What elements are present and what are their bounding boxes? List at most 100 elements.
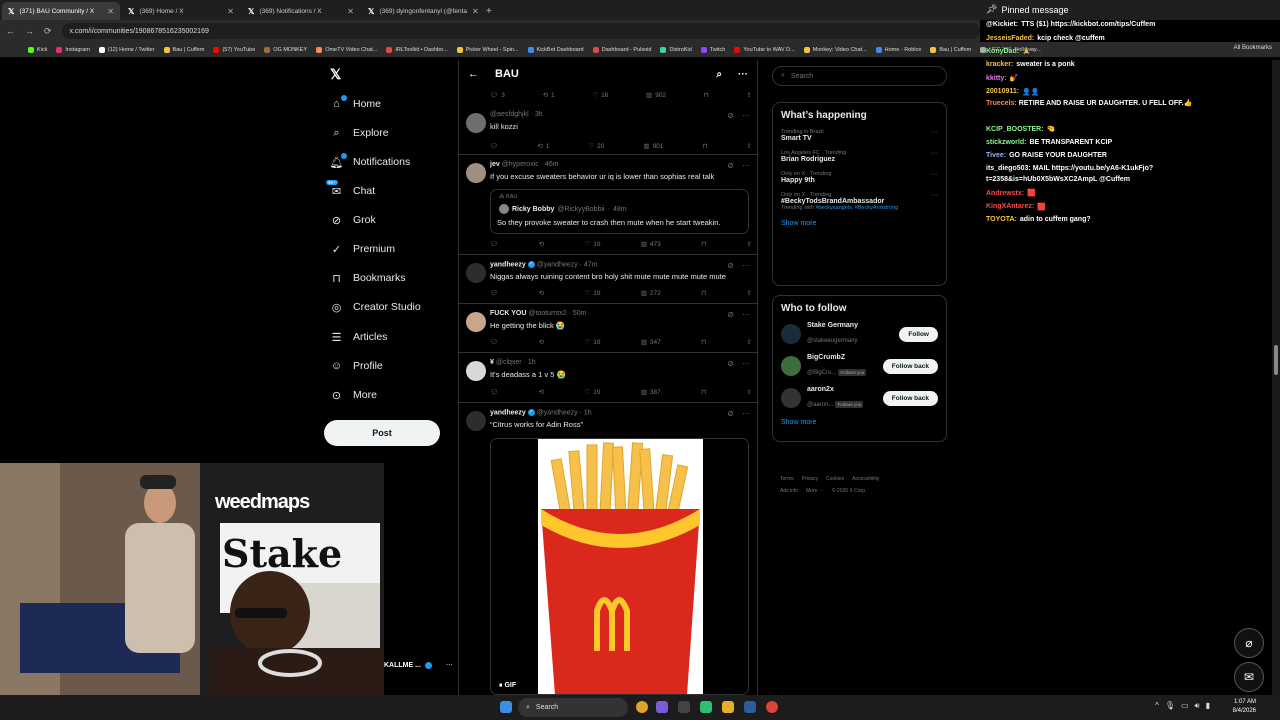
like-button[interactable]: ♡ 19 <box>584 338 600 347</box>
follow-name[interactable]: Stake Germany <box>807 322 893 329</box>
mic-icon[interactable]: 🎙︎ <box>1165 701 1175 711</box>
chrome-icon[interactable] <box>766 701 778 713</box>
grok-icon[interactable]: ⊘ <box>727 161 734 170</box>
tweet-time[interactable]: 1h <box>528 359 536 366</box>
grok-icon[interactable]: ⌀ <box>1234 628 1264 658</box>
author-handle[interactable]: @clqxer <box>496 359 522 366</box>
nav-item-notifications[interactable]: 🔔︎ Notifications <box>330 152 410 171</box>
post-button[interactable]: Post <box>324 420 440 446</box>
trend-item[interactable]: Los Angeles FC · Trending Brian Rodriguez… <box>773 146 946 167</box>
bookmark-item[interactable]: (57) YouTube <box>213 46 255 53</box>
repost-button[interactable]: ⟲ 1 <box>543 91 555 100</box>
follow-suggestion[interactable]: BigCrumbZ @BigCru... Follows you Follow bac… <box>773 350 946 382</box>
follow-button[interactable]: Follow back <box>882 358 938 374</box>
bookmark-item[interactable]: (12) Home / Twitter <box>98 46 155 53</box>
volume-icon[interactable]: 🔊︎ <box>1195 701 1200 711</box>
repost-button[interactable]: ⟲ <box>539 240 544 248</box>
follow-suggestion[interactable]: Stake Germany @stakeeugermany Follow <box>773 318 946 350</box>
footer-link[interactable]: Ads info <box>780 488 798 494</box>
author-handle[interactable]: @tooturntx2 <box>528 310 566 317</box>
views-button[interactable]: ▥ 347 <box>641 338 661 347</box>
browser-tab[interactable]: 𝕏 (369) Home / X ✕ <box>122 2 240 20</box>
like-button[interactable]: ♡ 20 <box>588 142 604 151</box>
nav-item-home[interactable]: ⌂ Home <box>330 94 381 113</box>
search-icon[interactable]: ⌕ <box>716 69 722 80</box>
follow-button[interactable]: Follow back <box>882 390 938 406</box>
more-dots-icon[interactable]: ··· <box>742 161 750 170</box>
grok-icon[interactable]: ⊘ <box>727 409 734 418</box>
back-arrow-icon[interactable]: ← <box>468 68 479 80</box>
trend-item[interactable]: Only on X · Trending #BeckyTodsBrandAmbas… <box>773 188 946 215</box>
views-button[interactable]: ▥ 387 <box>641 388 661 397</box>
reply-button[interactable]: 💬︎ <box>490 240 498 248</box>
chevron-up-icon[interactable]: ^ <box>1155 701 1159 711</box>
nav-item-chat[interactable]: ✉︎ 99+ Chat <box>326 179 375 200</box>
tweet[interactable]: FUCK YOU @tooturntx2 · 50m ⊘ ··· He getting… <box>458 304 758 353</box>
bookmark-icon[interactable]: ⊓ <box>701 388 706 396</box>
tweet[interactable]: ¥ @clqxer · 1h ⊘ ··· It's deadass a 1 v 5 😭… <box>458 353 758 403</box>
bookmark-item[interactable]: Bau | Cuffem <box>930 46 971 53</box>
reply-button[interactable]: 💬︎ 3 <box>490 91 505 100</box>
trend-item[interactable]: Trending in Brazil Smart TV ··· <box>773 125 946 146</box>
share-icon[interactable]: ⇧ <box>747 240 752 248</box>
app-icon[interactable] <box>656 701 668 713</box>
reply-button[interactable]: 💬︎ <box>490 388 498 396</box>
browser-tab[interactable]: 𝕏 (369) Notifications / X ✕ <box>242 2 360 20</box>
more-dots-icon[interactable]: ··· <box>742 261 750 270</box>
views-button[interactable]: ▥ 473 <box>641 240 661 249</box>
nav-item-premium[interactable]: ✓ Premium <box>330 240 395 258</box>
follow-suggestion[interactable]: aaron2x @aaron... Follows you Follow back <box>773 382 946 414</box>
bookmark-icon[interactable]: ⊓ <box>701 289 706 297</box>
grok-icon[interactable]: ⊘ <box>727 261 734 270</box>
views-button[interactable]: ▥ 901 <box>643 142 663 151</box>
tweet-time[interactable]: 50m <box>573 310 587 317</box>
like-button[interactable]: ♡ 16 <box>592 91 608 100</box>
like-button[interactable]: ♡ 19 <box>584 388 600 397</box>
avatar[interactable] <box>466 263 486 283</box>
share-icon[interactable]: ⇧ <box>747 142 752 150</box>
author-name[interactable]: yandheezy <box>490 261 526 268</box>
scrollbar[interactable] <box>1272 60 1280 695</box>
back-arrow-icon[interactable]: ← <box>6 26 15 36</box>
repost-button[interactable]: ⟲ <box>539 338 544 346</box>
avatar[interactable] <box>466 411 486 431</box>
more-dots-icon[interactable]: ··· <box>446 662 453 669</box>
tweet-time[interactable]: 47m <box>584 261 598 268</box>
bookmark-item[interactable]: Dashboard - Pulsoid <box>592 46 651 53</box>
tweet[interactable]: @aesfdghjkl · 3h ⊘ ··· kill kozzi 💬︎ ⟲ 1 ♡ 20… <box>458 105 758 155</box>
more-dots-icon[interactable]: ··· <box>742 359 750 368</box>
author-handle[interactable]: @aesfdghjkl <box>490 111 529 118</box>
close-icon[interactable]: ✕ <box>107 7 114 16</box>
bookmark-item[interactable]: Monkey: Video Chat... <box>803 46 867 53</box>
repost-button[interactable]: ⟲ <box>539 289 544 297</box>
tweet-time[interactable]: 46m <box>545 161 559 168</box>
trend-hashtag-link[interactable]: #beckysangels <box>815 205 851 211</box>
avatar[interactable] <box>781 388 801 408</box>
bookmark-item[interactable]: DistroKid <box>660 46 692 53</box>
grok-icon[interactable]: ⊘ <box>727 359 734 368</box>
url-input[interactable]: x.com/i/communities/1908678516235002169 <box>61 23 980 39</box>
bookmark-item[interactable]: OG MONKEY <box>264 46 307 53</box>
avatar[interactable] <box>466 312 486 332</box>
more-dots-icon[interactable]: ··· <box>742 111 750 120</box>
nav-item-profile[interactable]: ☺ Profile <box>330 357 383 375</box>
show-more-link[interactable]: Show more <box>773 215 946 235</box>
bookmark-item[interactable]: Instagram <box>56 46 90 53</box>
close-icon[interactable]: ✕ <box>472 7 479 16</box>
messages-icon[interactable]: ✉︎ <box>1234 662 1264 692</box>
bookmark-item[interactable]: IRLToolkit • Dashbo... <box>386 46 448 53</box>
gif-media[interactable]: ⏸ GIF <box>490 438 749 695</box>
more-dots-icon[interactable]: ··· <box>931 150 938 157</box>
share-icon[interactable]: ⇧ <box>747 289 752 297</box>
bookmark-icon[interactable]: ⊓ <box>702 142 707 150</box>
reply-button[interactable]: 💬︎ <box>490 289 498 297</box>
share-icon[interactable]: ⇧ <box>747 338 752 346</box>
bookmark-item[interactable]: Twitch <box>700 46 725 53</box>
taskbar-clock[interactable]: 1:07 AM 8/4/2026 <box>1233 698 1256 716</box>
follow-button[interactable]: Follow <box>899 326 938 342</box>
tweet-time[interactable]: 3h <box>535 111 543 118</box>
author-handle[interactable]: @hyperoxic <box>502 161 539 168</box>
author-name[interactable]: yandheezy <box>490 409 526 416</box>
views-button[interactable]: ▥ 272 <box>641 289 661 298</box>
author-handle[interactable]: @yandheezy <box>537 261 578 268</box>
